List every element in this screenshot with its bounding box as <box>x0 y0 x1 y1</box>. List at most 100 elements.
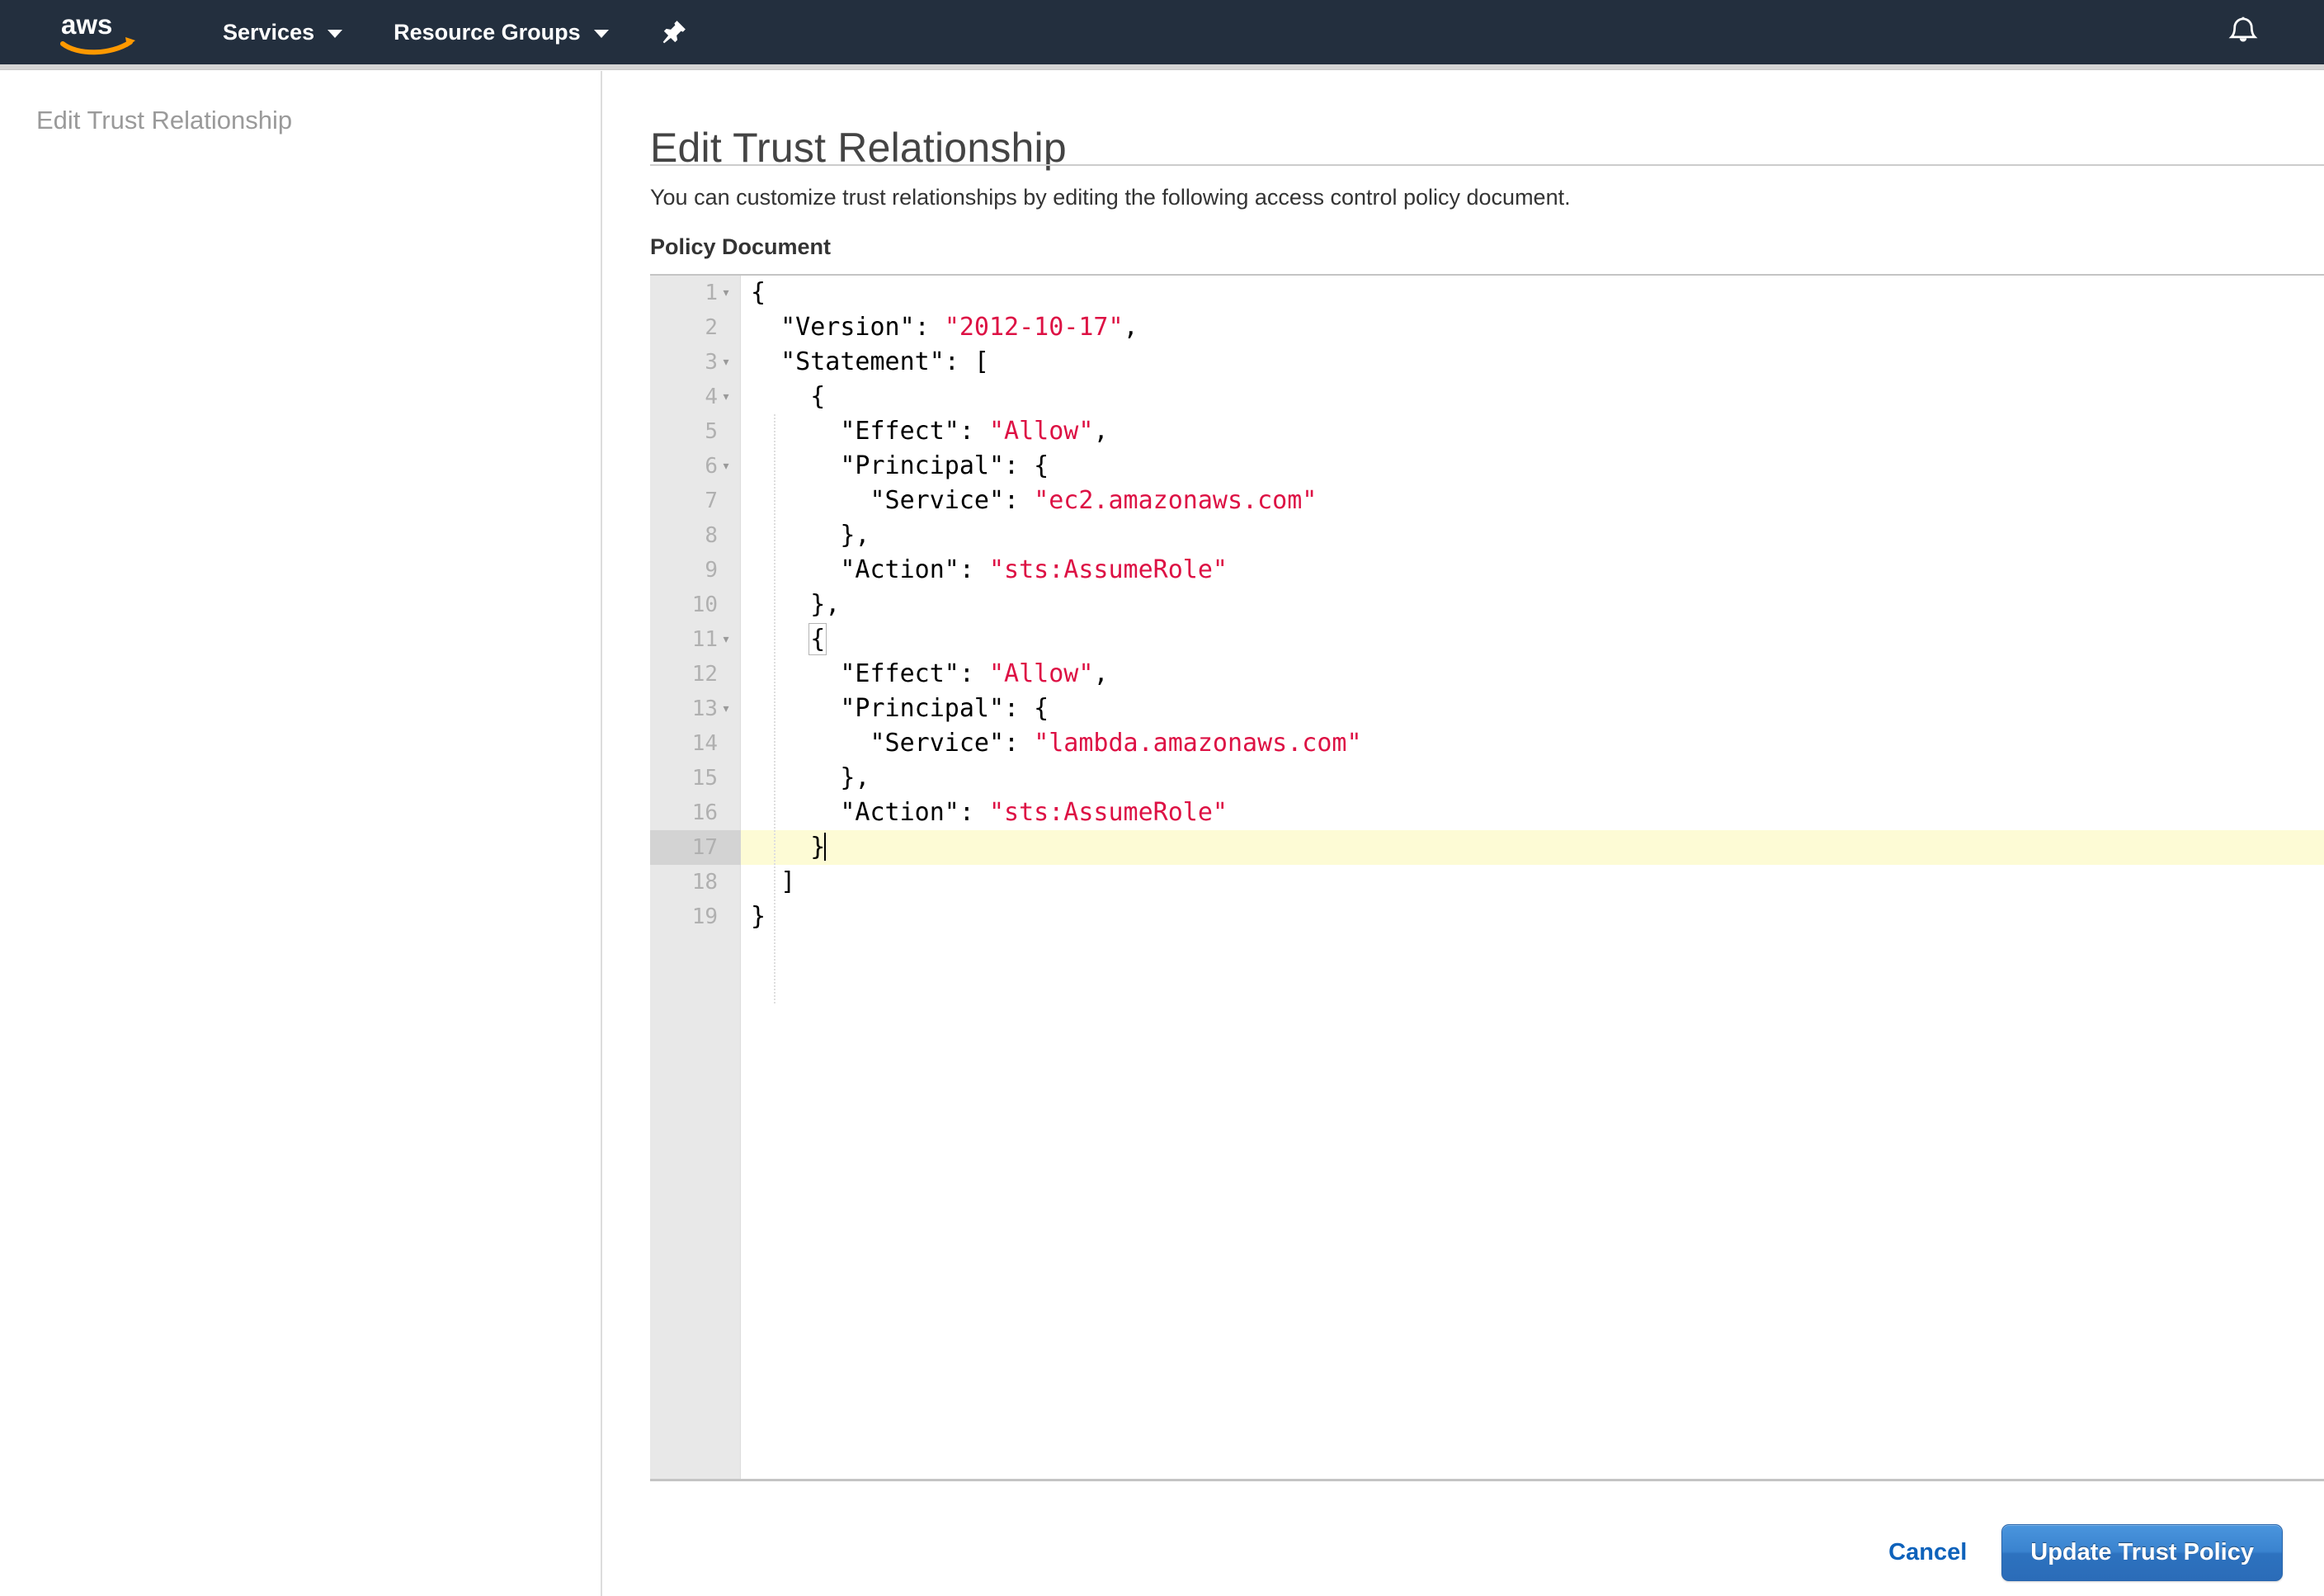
code-line[interactable]: 8▾ }, <box>650 518 2324 553</box>
code-token: "Principal": { <box>840 451 1049 480</box>
active-line-highlight <box>741 761 2324 796</box>
code-line[interactable]: 14▾ "Service": "lambda.amazonaws.com" <box>650 726 2324 761</box>
code-text: "Version": "2012-10-17", <box>741 310 1138 345</box>
aws-logo[interactable]: aws <box>59 9 140 55</box>
code-line[interactable]: 7▾ "Service": "ec2.amazonaws.com" <box>650 484 2324 518</box>
nav-item-services[interactable]: Services <box>223 0 342 64</box>
line-number: 14▾ <box>650 726 741 761</box>
code-line[interactable]: 5▾ "Effect": "Allow", <box>650 414 2324 449</box>
fold-arrow-icon[interactable]: ▾ <box>718 390 734 404</box>
line-number: 8▾ <box>650 518 741 553</box>
line-number: 6▾ <box>650 449 741 484</box>
nav-item-resource-groups[interactable]: Resource Groups <box>394 0 609 64</box>
json-string-value: "Allow" <box>989 417 1093 446</box>
line-number: 2▾ <box>650 310 741 345</box>
code-token: "Principal": { <box>840 694 1049 723</box>
fold-arrow-icon[interactable]: ▾ <box>718 632 734 647</box>
code-text: "Principal": { <box>741 449 1049 484</box>
line-number: 16▾ <box>650 796 741 830</box>
code-line[interactable]: 10▾ }, <box>650 588 2324 622</box>
code-token: }, <box>810 590 840 619</box>
editor-lines: 1▾{2▾ "Version": "2012-10-17",3▾ "Statem… <box>650 276 2324 1479</box>
code-line[interactable]: 11▾ { <box>650 622 2324 657</box>
code-token: } <box>751 902 766 931</box>
bracket-match: { <box>810 625 825 654</box>
code-text: "Service": "ec2.amazonaws.com" <box>741 484 1317 518</box>
title-divider <box>650 164 2324 166</box>
json-string-value: "Allow" <box>989 659 1093 688</box>
code-line[interactable]: 6▾ "Principal": { <box>650 449 2324 484</box>
code-text: "Principal": { <box>741 692 1049 726</box>
code-token: "Version": <box>780 313 945 342</box>
code-token: ] <box>780 867 795 896</box>
code-token: , <box>1093 659 1108 688</box>
line-number: 18▾ <box>650 865 741 900</box>
active-line-highlight <box>741 900 2324 934</box>
active-line-highlight <box>741 518 2324 553</box>
cancel-button[interactable]: Cancel <box>1888 1539 1967 1566</box>
code-line[interactable]: 4▾ { <box>650 380 2324 414</box>
active-line-highlight <box>741 276 2324 310</box>
code-line[interactable]: 2▾ "Version": "2012-10-17", <box>650 310 2324 345</box>
code-text: ] <box>741 865 795 900</box>
line-number: 3▾ <box>650 345 741 380</box>
chevron-down-icon <box>594 30 609 38</box>
code-line[interactable]: 13▾ "Principal": { <box>650 692 2324 726</box>
active-line-highlight <box>741 380 2324 414</box>
sidebar-item-edit-trust-relationship[interactable]: Edit Trust Relationship <box>36 106 292 135</box>
policy-document-editor[interactable]: 1▾{2▾ "Version": "2012-10-17",3▾ "Statem… <box>650 274 2324 1481</box>
code-line[interactable]: 12▾ "Effect": "Allow", <box>650 657 2324 692</box>
code-token: "Statement": [ <box>780 347 989 376</box>
code-line[interactable]: 19▾} <box>650 900 2324 934</box>
update-trust-policy-button[interactable]: Update Trust Policy <box>2001 1524 2283 1581</box>
code-text: } <box>741 900 766 934</box>
fold-arrow-icon[interactable]: ▾ <box>718 701 734 716</box>
code-text: "Effect": "Allow", <box>741 414 1109 449</box>
code-line[interactable]: 18▾ ] <box>650 865 2324 900</box>
json-string-value: "2012-10-17" <box>945 313 1124 342</box>
active-line-highlight <box>741 830 2324 865</box>
code-text: { <box>741 622 825 657</box>
line-number: 7▾ <box>650 484 741 518</box>
code-line[interactable]: 15▾ }, <box>650 761 2324 796</box>
text-cursor <box>824 833 826 861</box>
code-line[interactable]: 9▾ "Action": "sts:AssumeRole" <box>650 553 2324 588</box>
active-line-highlight <box>741 622 2324 657</box>
code-text: { <box>741 276 766 310</box>
nav-item-resource-groups-label: Resource Groups <box>394 20 581 45</box>
code-line[interactable]: 17▾ } <box>650 830 2324 865</box>
code-token: , <box>1093 417 1108 446</box>
code-line[interactable]: 16▾ "Action": "sts:AssumeRole" <box>650 796 2324 830</box>
code-token: , <box>1124 313 1138 342</box>
code-text: "Service": "lambda.amazonaws.com" <box>741 726 1362 761</box>
line-number: 12▾ <box>650 657 741 692</box>
code-token: "Effect": <box>840 659 989 688</box>
code-token: { <box>751 278 766 307</box>
line-number: 17▾ <box>650 830 741 865</box>
code-text: { <box>741 380 825 414</box>
code-token: "Service": <box>870 729 1035 758</box>
top-navigation-bar: aws Services Resource Groups <box>0 0 2324 64</box>
line-number: 13▾ <box>650 692 741 726</box>
active-line-highlight <box>741 865 2324 900</box>
code-line[interactable]: 1▾ { <box>650 276 2324 310</box>
json-string-value: "lambda.amazonaws.com" <box>1034 729 1361 758</box>
code-text: "Effect": "Allow", <box>741 657 1109 692</box>
code-text: "Statement": [ <box>741 345 989 380</box>
nav-item-services-label: Services <box>223 20 314 45</box>
code-token: "Service": <box>870 486 1035 515</box>
code-line[interactable]: 3▾ "Statement": [ <box>650 345 2324 380</box>
code-text: } <box>741 830 826 865</box>
fold-arrow-icon[interactable]: ▾ <box>718 459 734 474</box>
line-number: 1▾ <box>650 276 741 310</box>
pushpin-icon[interactable] <box>660 0 688 64</box>
fold-arrow-icon[interactable]: ▾ <box>718 355 734 370</box>
line-number: 9▾ <box>650 553 741 588</box>
fold-arrow-icon[interactable]: ▾ <box>718 286 734 300</box>
bell-icon[interactable] <box>2225 0 2261 64</box>
line-number: 15▾ <box>650 761 741 796</box>
code-token: }, <box>840 521 870 550</box>
json-string-value: "sts:AssumeRole" <box>989 555 1228 584</box>
code-token: "Action": <box>840 555 989 584</box>
line-number: 19▾ <box>650 900 741 934</box>
